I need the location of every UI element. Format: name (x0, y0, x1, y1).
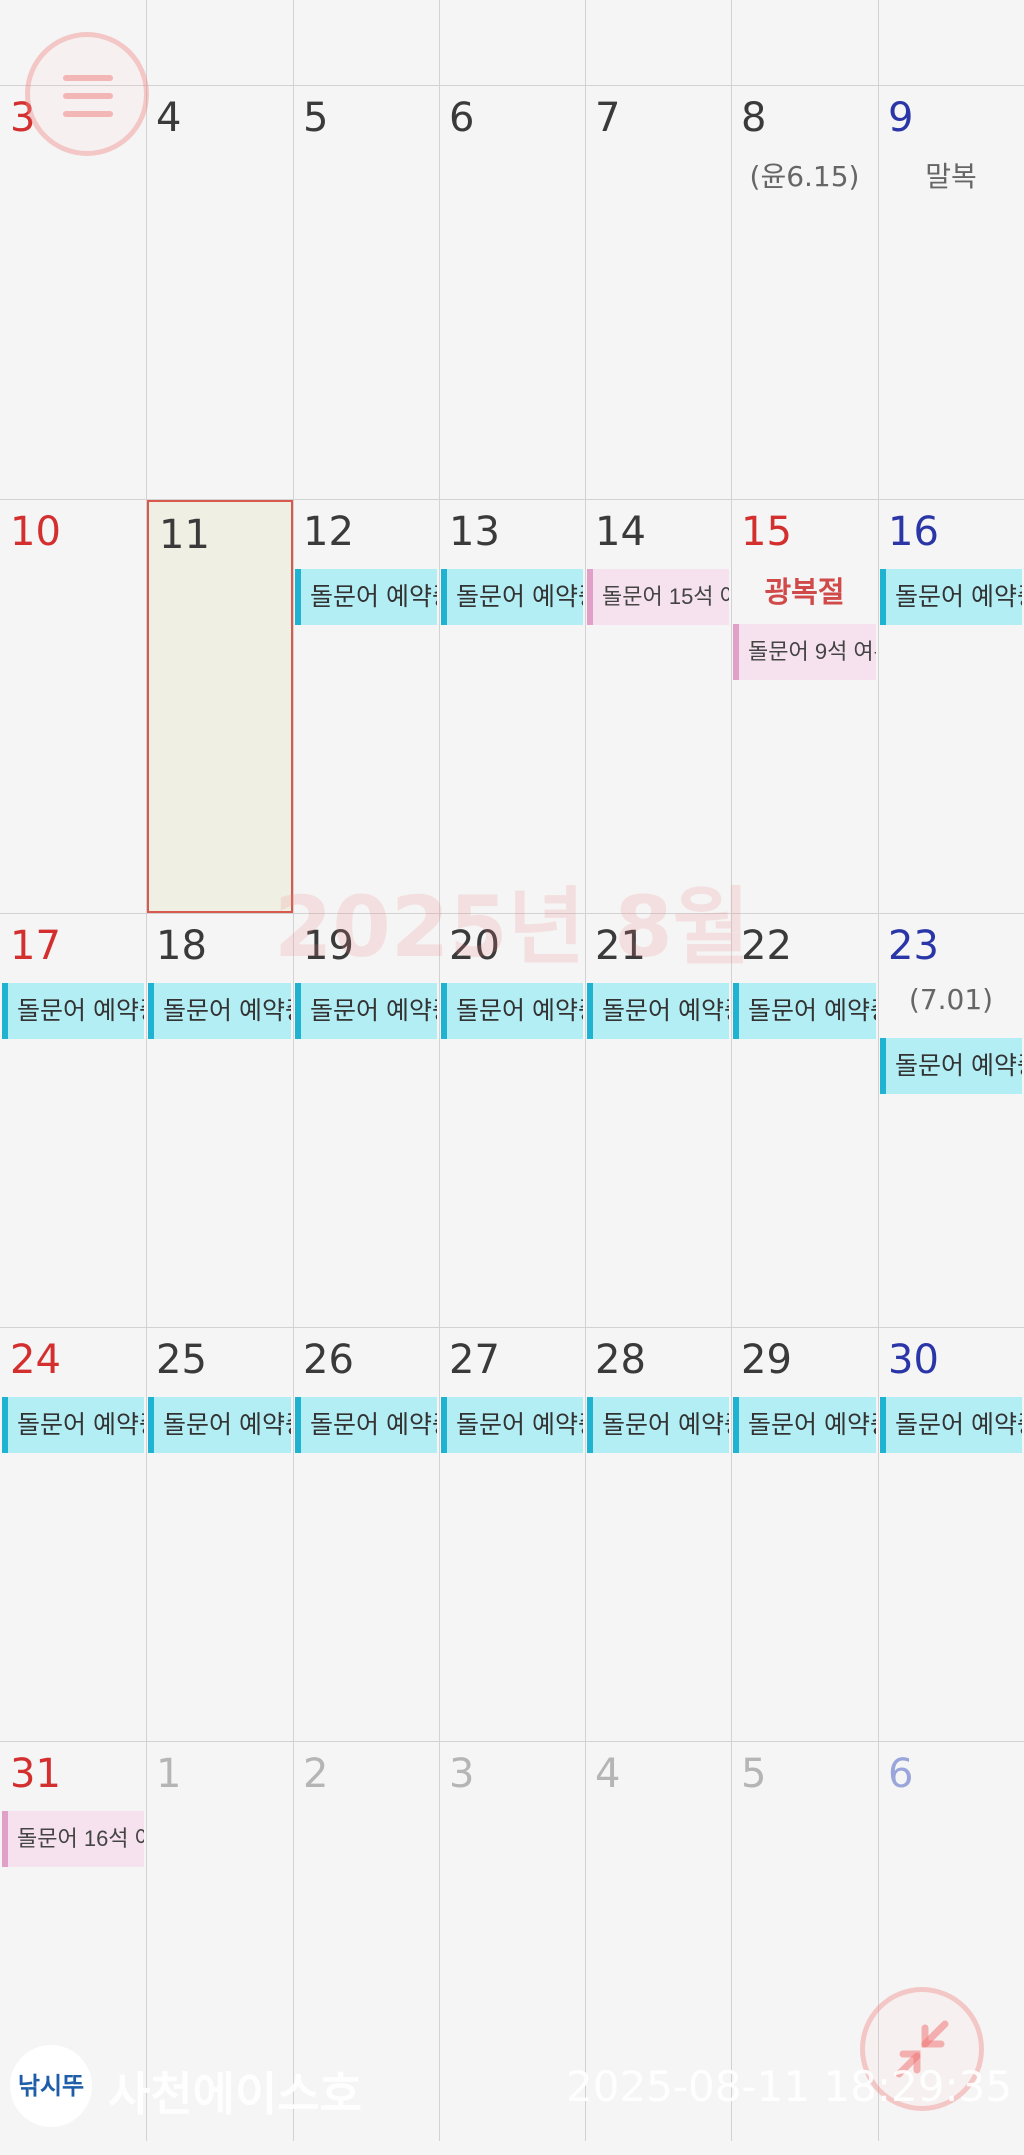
day-cell[interactable]: 6 (439, 85, 585, 499)
day-number: 14 (595, 509, 646, 555)
event-available[interactable]: 돌문어 9석 여유 (733, 624, 876, 680)
day-number: 3 (449, 1751, 475, 1797)
day-number: 13 (449, 509, 500, 555)
event-booked[interactable]: 돌문어 예약중 (733, 1397, 876, 1453)
event-booked[interactable]: 돌문어 예약중 (295, 983, 437, 1039)
day-number: 8 (741, 95, 767, 141)
menu-button[interactable] (25, 32, 149, 156)
day-number: 9 (888, 95, 914, 141)
event-booked[interactable]: 돌문어 예약중 (2, 1397, 144, 1453)
day-cell[interactable]: 10 (0, 499, 146, 913)
event-booked[interactable]: 돌문어 예약중 (880, 1397, 1022, 1453)
day-note: 말복 (925, 160, 977, 193)
day-cell[interactable]: 4 (146, 85, 293, 499)
event-booked[interactable]: 돌문어 예약중 (587, 983, 729, 1039)
day-cell[interactable]: 30 돌문어 예약중 (878, 1327, 1024, 1741)
event-booked[interactable]: 돌문어 예약중 (295, 569, 437, 625)
event-booked[interactable]: 돌문어 예약중 (2, 983, 144, 1039)
day-number: 6 (449, 95, 475, 141)
day-note: (7.01) (908, 983, 994, 1016)
event-booked[interactable]: 돌문어 예약중 (880, 1038, 1022, 1094)
day-cell[interactable]: 13 돌문어 예약중 (439, 499, 585, 913)
calendar-grid: 345678(윤6.15)9말복101112돌문어 예약중13돌문어 예약중14… (0, 0, 1024, 2141)
day-number: 5 (741, 1751, 767, 1797)
day-number: 25 (156, 1337, 207, 1383)
day-cell[interactable]: 7 (585, 85, 731, 499)
event-booked[interactable]: 돌문어 예약중 (880, 569, 1022, 625)
day-cell[interactable]: 14 돌문어 15석 여유 (585, 499, 731, 913)
day-number: 27 (449, 1337, 500, 1383)
day-cell[interactable]: 5 (293, 85, 439, 499)
day-cell[interactable]: 9 말복 (878, 85, 1024, 499)
day-number: 30 (888, 1337, 939, 1383)
day-number: 16 (888, 509, 939, 555)
day-number: 2 (303, 1751, 329, 1797)
day-number: 28 (595, 1337, 646, 1383)
day-note: (윤6.15) (749, 160, 860, 193)
day-cell[interactable]: 15 광복절돌문어 9석 여유 (731, 499, 878, 913)
day-cell[interactable]: 3 (439, 1741, 585, 2155)
event-booked[interactable]: 돌문어 예약중 (295, 1397, 437, 1453)
day-number: 31 (10, 1751, 61, 1797)
day-cell[interactable]: 25 돌문어 예약중 (146, 1327, 293, 1741)
event-booked[interactable]: 돌문어 예약중 (441, 569, 583, 625)
event-booked[interactable]: 돌문어 예약중 (441, 1397, 583, 1453)
day-cell[interactable]: 11 (147, 500, 293, 913)
event-booked[interactable]: 돌문어 예약중 (587, 1397, 729, 1453)
event-booked[interactable]: 돌문어 예약중 (733, 983, 876, 1039)
event-booked[interactable]: 돌문어 예약중 (441, 983, 583, 1039)
event-booked[interactable]: 돌문어 예약중 (148, 1397, 291, 1453)
day-cell[interactable]: 12 돌문어 예약중 (293, 499, 439, 913)
day-number: 11 (159, 512, 210, 558)
app-logo: 낚시뚜 (10, 2045, 92, 2127)
day-number: 5 (303, 95, 329, 141)
day-number: 24 (10, 1337, 61, 1383)
event-available[interactable]: 돌문어 16석 여유 (2, 1811, 144, 1867)
day-number: 15 (741, 509, 792, 555)
day-cell[interactable]: 29 돌문어 예약중 (731, 1327, 878, 1741)
day-number: 4 (595, 1751, 621, 1797)
day-cell[interactable]: 27 돌문어 예약중 (439, 1327, 585, 1741)
timestamp: 2025-08-11 18:29:35 (566, 2062, 1013, 2111)
day-number: 1 (156, 1751, 182, 1797)
shop-name: 사천에이스호 (108, 2067, 362, 2121)
day-cell[interactable]: 8 (윤6.15) (731, 85, 878, 499)
day-number: 4 (156, 95, 182, 141)
holiday-label: 광복절 (764, 575, 845, 609)
day-cell[interactable]: 26 돌문어 예약중 (293, 1327, 439, 1741)
day-number: 7 (595, 95, 621, 141)
day-cell[interactable]: 28 돌문어 예약중 (585, 1327, 731, 1741)
day-cell[interactable]: 24 돌문어 예약중 (0, 1327, 146, 1741)
event-booked[interactable]: 돌문어 예약중 (148, 983, 291, 1039)
day-number: 26 (303, 1337, 354, 1383)
day-number: 10 (10, 509, 61, 555)
month-title-watermark: 2025년 8월 (273, 878, 751, 976)
day-number: 12 (303, 509, 354, 555)
day-number: 29 (741, 1337, 792, 1383)
event-available[interactable]: 돌문어 15석 여유 (587, 569, 729, 625)
day-number: 6 (888, 1751, 914, 1797)
day-cell[interactable]: 16 돌문어 예약중 (878, 499, 1024, 913)
